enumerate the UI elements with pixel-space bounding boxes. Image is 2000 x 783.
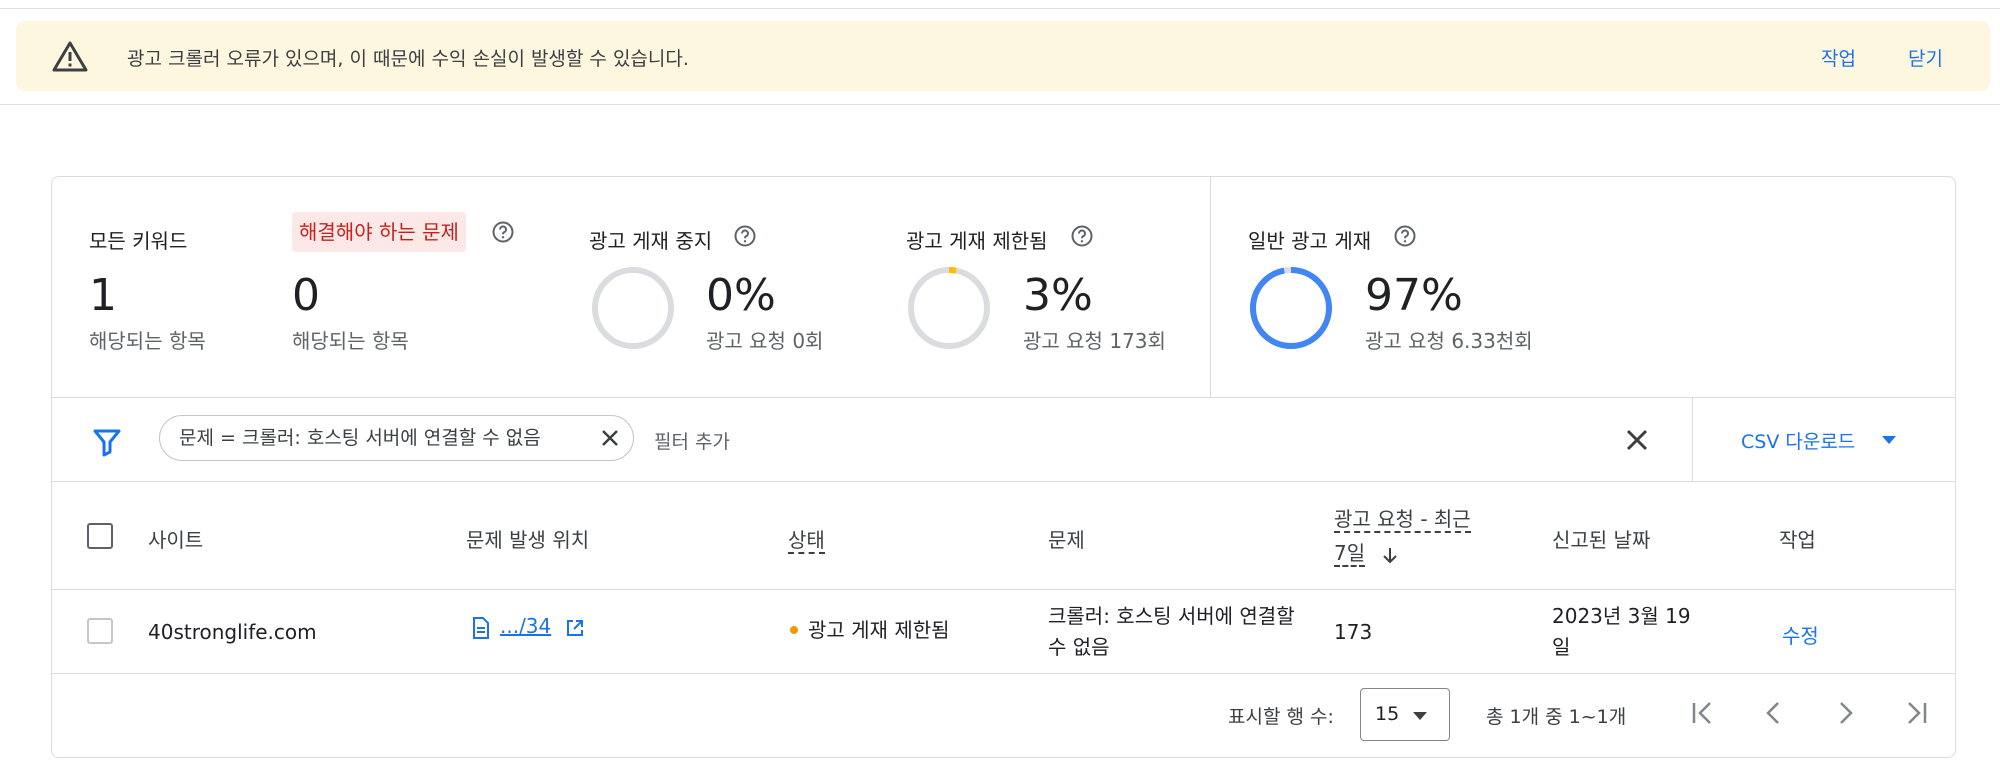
- donut-arc: [1250, 267, 1332, 349]
- banner-action-button[interactable]: 작업: [1821, 44, 1856, 71]
- col-header-issue[interactable]: 문제: [1048, 524, 1085, 553]
- table-header-divider: [52, 589, 1955, 590]
- row-requests: 173: [1334, 620, 1373, 644]
- location-link[interactable]: .../34: [500, 614, 551, 638]
- ads-normal-sub: 광고 요청 6.33천회: [1365, 329, 1533, 353]
- warning-banner: 광고 크롤러 오류가 있으며, 이 때문에 수익 손실이 발생할 수 있습니다.…: [16, 21, 1990, 91]
- top-divider: [0, 8, 2000, 9]
- add-filter-input[interactable]: 필터 추가: [654, 427, 730, 454]
- ads-normal-donut: [1250, 267, 1332, 349]
- row-location: .../34: [472, 614, 584, 639]
- col-header-status-label: 상태: [788, 528, 825, 554]
- ads-limited-sub: 광고 요청 173회: [1023, 329, 1166, 353]
- csv-divider: [1692, 397, 1693, 481]
- issues-value: 0: [292, 270, 320, 321]
- col-header-status[interactable]: 상태: [788, 524, 825, 554]
- row-site: 40stronglife.com: [148, 620, 317, 644]
- ads-normal-label: 일반 광고 게재: [1248, 229, 1372, 253]
- active-filter-chip[interactable]: 문제 = 크롤러: 호스팅 서버에 연결할 수 없음: [159, 415, 634, 461]
- row-status-label: 광고 게재 제한됨: [808, 618, 950, 642]
- ads-disabled-value: 0%: [706, 270, 776, 321]
- report-card: 모든 키워드 1 해당되는 항목 해결해야 하는 문제 0 해당되는 항목 광고…: [51, 176, 1956, 758]
- ads-limited-donut: [908, 267, 990, 349]
- ads-normal-value: 97%: [1365, 270, 1463, 321]
- remove-filter-icon[interactable]: [599, 427, 621, 449]
- open-in-new-icon[interactable]: [566, 619, 584, 637]
- next-page-icon[interactable]: [1830, 698, 1860, 728]
- csv-download-button[interactable]: CSV 다운로드: [1741, 427, 1855, 454]
- col-header-requests[interactable]: 광고 요청 - 최근 7일: [1334, 502, 1471, 570]
- all-keywords-label: 모든 키워드: [89, 229, 188, 253]
- col-header-requests-line2: 7일: [1334, 541, 1366, 567]
- arrow-down-icon[interactable]: [1381, 546, 1399, 564]
- row-issue: 크롤러: 호스팅 서버에 연결할 수 없음: [1048, 604, 1295, 659]
- row-edit-link[interactable]: 수정: [1782, 620, 1819, 649]
- previous-page-icon[interactable]: [1759, 698, 1789, 728]
- first-page-icon[interactable]: [1688, 698, 1718, 728]
- issues-sub: 해당되는 항목: [292, 329, 409, 353]
- select-all-checkbox[interactable]: [87, 523, 113, 549]
- filter-chip-label: 문제 = 크롤러: 호스팅 서버에 연결할 수 없음: [179, 427, 541, 449]
- ads-disabled-donut: [592, 267, 674, 349]
- help-icon[interactable]: [492, 221, 514, 243]
- chevron-down-icon: [1413, 712, 1427, 720]
- ads-limited-value: 3%: [1023, 270, 1093, 321]
- filter-bottom-divider: [52, 481, 1955, 482]
- banner-close-button[interactable]: 닫기: [1908, 44, 1943, 71]
- chevron-down-icon[interactable]: [1882, 436, 1896, 444]
- help-icon[interactable]: [734, 225, 756, 247]
- summary-divider: [1210, 177, 1211, 397]
- clear-filters-icon[interactable]: [1623, 426, 1651, 454]
- document-icon: [473, 616, 489, 639]
- help-icon[interactable]: [1394, 225, 1416, 247]
- pagination-range: 총 1개 중 1~1개: [1486, 706, 1627, 728]
- rows-per-page-label: 표시할 행 수:: [1228, 706, 1334, 728]
- row-status: 광고 게재 제한됨: [790, 614, 950, 643]
- banner-message: 광고 크롤러 오류가 있으며, 이 때문에 수익 손실이 발생할 수 있습니다.: [127, 48, 689, 70]
- issues-filter-chip[interactable]: 해결해야 하는 문제: [292, 212, 466, 252]
- col-header-reported[interactable]: 신고된 날짜: [1552, 524, 1650, 553]
- status-dot-icon: [790, 625, 798, 634]
- ads-limited-label: 광고 게재 제한됨: [906, 229, 1048, 253]
- ads-disabled-label: 광고 게재 중지: [589, 229, 713, 253]
- col-header-location[interactable]: 문제 발생 위치: [466, 524, 589, 553]
- filter-icon[interactable]: [92, 427, 122, 457]
- rows-per-page-value: 15: [1375, 703, 1400, 725]
- col-header-requests-line1: 광고 요청 - 최근: [1334, 507, 1471, 533]
- col-header-action: 작업: [1779, 528, 1816, 552]
- warning-icon: [52, 41, 88, 72]
- donut-track: [592, 267, 674, 349]
- help-icon[interactable]: [1071, 225, 1093, 247]
- banner-divider: [0, 104, 2000, 105]
- table-row-divider: [52, 673, 1955, 674]
- summary-bottom-divider: [52, 397, 1955, 398]
- col-header-site[interactable]: 사이트: [148, 524, 203, 553]
- row-checkbox[interactable]: [87, 618, 113, 644]
- donut-track: [908, 267, 990, 349]
- rows-per-page-select[interactable]: 15: [1360, 688, 1450, 741]
- row-reported: 2023년 3월 19일: [1552, 604, 1691, 659]
- all-keywords-sub: 해당되는 항목: [89, 329, 206, 353]
- all-keywords-value: 1: [89, 270, 117, 321]
- ads-disabled-sub: 광고 요청 0회: [706, 329, 824, 353]
- last-page-icon[interactable]: [1901, 698, 1931, 728]
